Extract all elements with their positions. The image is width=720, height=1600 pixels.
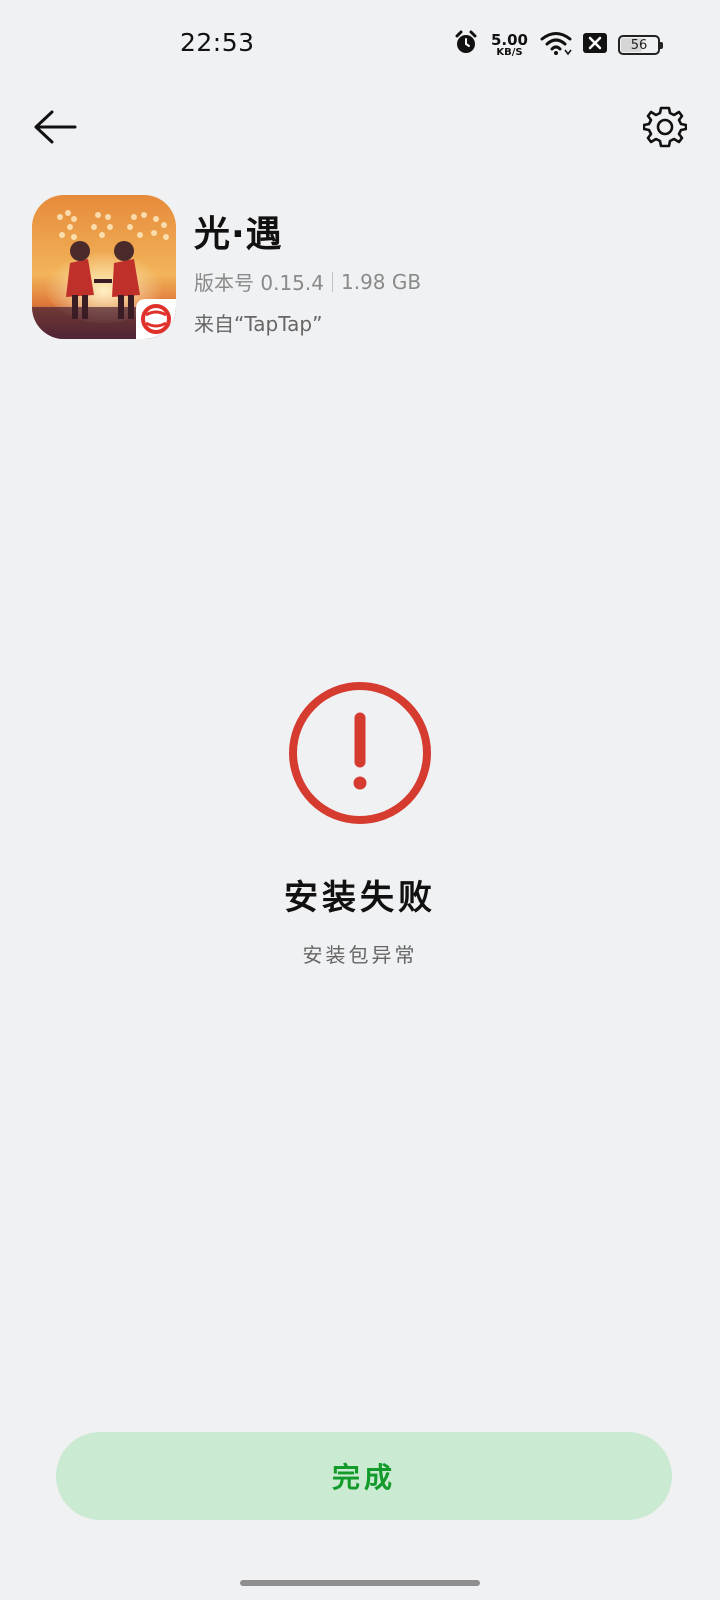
app-source: 来自“TapTap” [194,312,323,336]
done-button[interactable]: 完成 [56,1432,672,1520]
app-info: 光·遇 版本号 0.15.4 1.98 GB 来自“TapTap” [194,205,421,337]
app-header: 光·遇 版本号 0.15.4 1.98 GB 来自“TapTap” [32,195,682,340]
home-indicator[interactable] [240,1580,480,1586]
status-icons: 5.00 KB/S 56 [453,28,663,62]
app-icon [32,195,176,339]
battery-level: 56 [630,37,648,53]
app-name: 光·遇 [194,214,283,255]
back-button[interactable] [30,104,80,154]
error-exclamation-icon [287,680,433,826]
settings-button[interactable] [640,104,690,154]
arrow-left-icon [33,109,77,149]
app-version: 版本号 0.15.4 [194,271,324,295]
status-bar: 22:53 5.00 KB/S 56 [0,0,720,90]
alarm-icon [453,30,479,60]
net-speed-value: 5.00 [490,30,528,49]
gear-icon [642,105,688,153]
meta-divider [331,271,333,292]
net-speed: 5.00 KB/S [490,30,528,58]
status-time: 22:53 [180,28,255,57]
app-meta: 版本号 0.15.4 1.98 GB [194,267,421,296]
top-bar [0,96,720,160]
app-size: 1.98 GB [340,269,422,294]
result-subtitle: 安装包异常 [302,943,418,967]
install-result: 安装失败 安装包异常 [0,680,720,968]
wifi-icon [540,30,572,60]
no-sim-icon [582,32,608,58]
result-title: 安装失败 [284,878,436,918]
net-speed-unit: KB/S [496,46,523,58]
battery-icon: 56 [618,35,663,55]
